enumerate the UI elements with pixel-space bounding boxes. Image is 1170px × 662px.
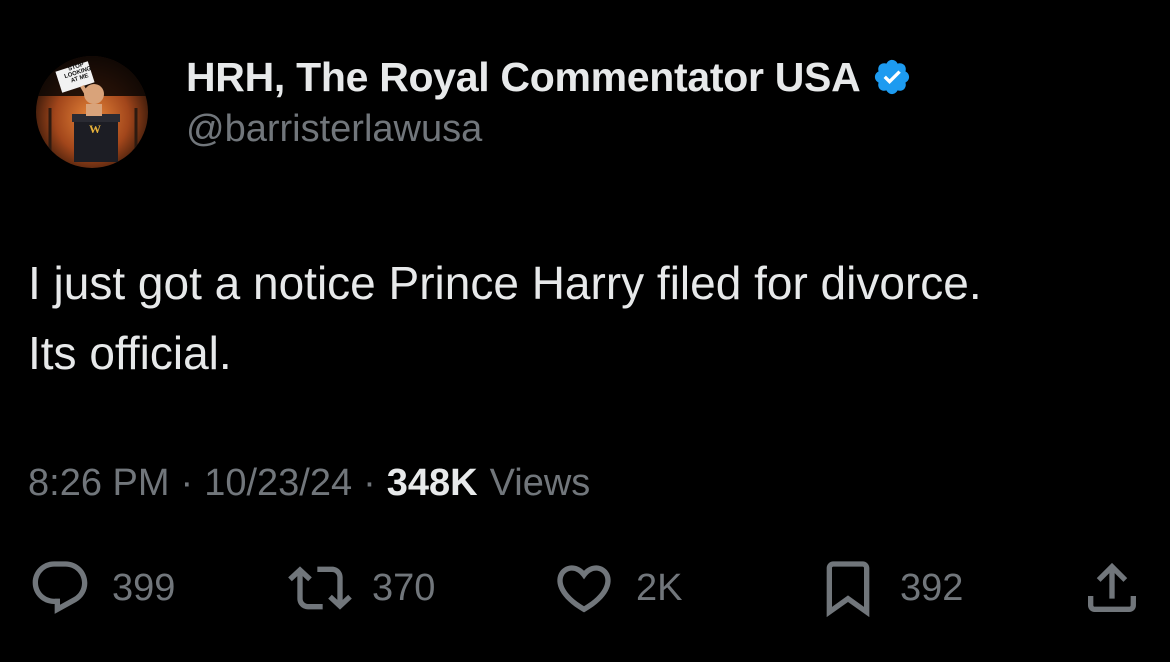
- views-label: Views: [489, 462, 591, 504]
- retweet-count: 370: [372, 566, 436, 609]
- author-handle[interactable]: @barristerlawusa: [186, 108, 482, 151]
- action-bar: 399 370 2K 392: [0, 556, 1170, 620]
- like-count: 2K: [636, 566, 683, 609]
- tweet-detail: STOP LOOKING AT ME W HRH, The Royal Comm…: [0, 0, 1170, 662]
- reply-count: 399: [112, 566, 176, 609]
- heart-icon: [557, 565, 611, 613]
- retweet-icon: [288, 566, 352, 610]
- retweet-button[interactable]: 370: [288, 556, 435, 620]
- tweet-date[interactable]: 10/23/24: [204, 462, 352, 505]
- bookmark-count: 392: [900, 566, 964, 609]
- display-name[interactable]: HRH, The Royal Commentator USA: [186, 54, 861, 101]
- tweet-text-line: I just got a notice Prince Harry filed f…: [28, 257, 982, 309]
- bookmark-icon: [826, 561, 870, 618]
- reply-button[interactable]: 399: [28, 556, 175, 620]
- meta-separator: ·: [363, 462, 376, 504]
- bookmark-button[interactable]: 392: [816, 556, 963, 620]
- tweet-meta: 8:26 PM · 10/23/24 · 348K Views: [28, 462, 590, 505]
- verified-badge-icon[interactable]: [872, 57, 912, 97]
- share-icon: [1088, 562, 1136, 612]
- views-count: 348K: [386, 462, 478, 504]
- tweet-text: I just got a notice Prince Harry filed f…: [28, 248, 1138, 388]
- tweet-text-line: Its official.: [28, 327, 232, 379]
- author-name-row: HRH, The Royal Commentator USA: [186, 52, 912, 102]
- share-button[interactable]: [1080, 556, 1144, 620]
- like-button[interactable]: 2K: [552, 556, 682, 620]
- tweet-time[interactable]: 8:26 PM: [28, 462, 170, 505]
- avatar-podium-letter: W: [89, 122, 101, 136]
- meta-separator: ·: [180, 462, 194, 504]
- avatar[interactable]: STOP LOOKING AT ME W: [36, 56, 148, 168]
- reply-icon: [32, 561, 88, 614]
